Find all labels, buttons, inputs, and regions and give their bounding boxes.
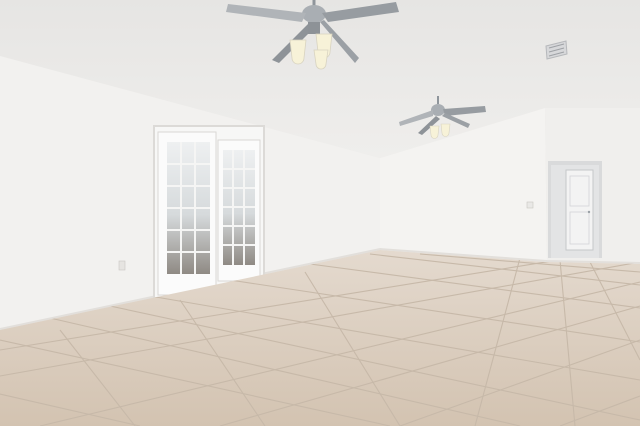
interior-door-icon <box>548 161 602 258</box>
room-scene <box>0 0 640 426</box>
french-door-icon <box>153 125 265 299</box>
light-switch <box>526 201 534 209</box>
outlet <box>118 260 126 271</box>
